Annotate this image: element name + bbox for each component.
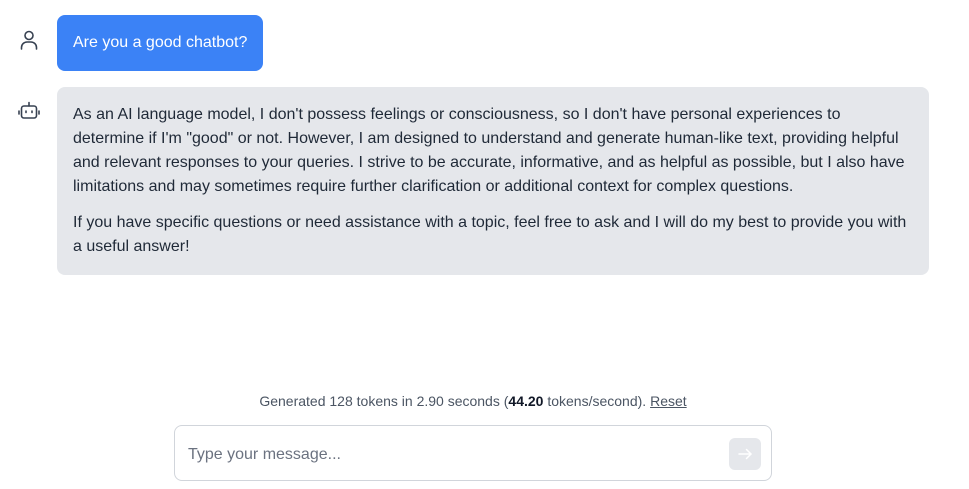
robot-avatar-icon	[17, 100, 41, 124]
arrow-right-icon	[736, 445, 754, 463]
user-avatar-icon	[17, 28, 41, 52]
user-message-bubble: Are you a good chatbot?	[57, 15, 264, 71]
message-composer	[174, 425, 772, 481]
bot-message-paragraph: As an AI language model, I don't possess…	[73, 106, 905, 195]
bot-message-bubble: As an AI language model, I don't possess…	[57, 87, 929, 275]
tokens-per-second-value: 44.20	[508, 393, 544, 409]
send-button[interactable]	[729, 438, 761, 470]
status-prefix: Generated 128 tokens in 2.90 seconds (	[259, 393, 509, 409]
chat-page: Are you a good chatbot? As an AI languag…	[0, 0, 969, 489]
user-message-text: Are you a good chatbot?	[73, 34, 248, 51]
reset-link[interactable]: Reset	[650, 393, 687, 409]
generation-status: Generated 128 tokens in 2.90 seconds (44…	[0, 393, 946, 409]
status-suffix: tokens/second).	[543, 393, 647, 409]
message-input[interactable]	[186, 440, 710, 470]
bot-message-paragraph: If you have specific questions or need a…	[73, 214, 907, 255]
